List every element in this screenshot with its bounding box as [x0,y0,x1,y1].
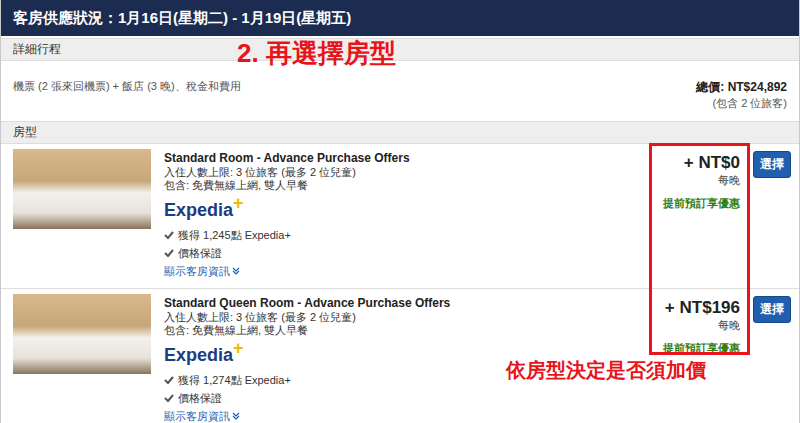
guarantee-line: 價格保證 [164,244,627,262]
room-info: Standard Queen Room - Advance Purchase O… [164,294,627,423]
room-occupancy: 入住人數上限: 3 位旅客 (最多 2 位兒童) [164,166,627,179]
room-price: + NT$196 [640,298,740,318]
check-icon [164,375,174,385]
total-box: 總價: NT$24,892(包含 2 位旅客) [696,73,787,111]
travelers: (包含 2 位旅客) [696,96,787,111]
check-icon [164,230,174,240]
room-row: Standard Room - Advance Purchase Offers入… [1,144,799,289]
room-info: Standard Room - Advance Purchase Offers入… [164,149,627,280]
price-column: + NT$196每晚提前預訂享優惠 [640,294,740,423]
room-details-link[interactable]: 顯示客房資訊 [164,262,627,280]
deal-label: 提前預訂享優惠 [640,196,740,211]
per-night: 每晚 [640,318,740,333]
points-line: 獲得 1,245點 Expedia+ [164,226,627,244]
step-annotation: 2. 再選擇房型 [237,36,396,71]
expedia-logo: Expedia+ [164,200,627,220]
price-highlight-box [649,143,750,355]
room-name: Standard Room - Advance Purchase Offers [164,152,627,165]
room-includes: 包含: 免費無線上網, 雙人早餐 [164,179,627,192]
availability-header: 客房供應狀況：1月16日(星期二) - 1月19日(星期五) [1,0,799,36]
select-button[interactable]: 選擇 [753,296,791,323]
price-column: + NT$0每晚提前預訂享優惠 [640,149,740,280]
select-button[interactable]: 選擇 [753,151,791,178]
itinerary-row: 機票 (2 張來回機票) + 飯店 (3 晚)、稅金和費用 總價: NT$24,8… [1,61,799,117]
room-photo [13,149,151,229]
per-night: 每晚 [640,173,740,188]
room-includes: 包含: 免費無線上網, 雙人早餐 [164,324,627,337]
total-price: 總價: NT$24,892 [696,79,787,96]
check-icon [164,248,174,258]
chevron-down-icon [232,267,240,275]
room-photo [13,294,151,374]
check-icon [164,393,174,403]
price-annotation: 依房型決定是否須加價 [506,357,706,384]
deal-label: 提前預訂享優惠 [640,341,740,356]
room-availability-page: 客房供應狀況：1月16日(星期二) - 1月19日(星期五)詳細行程機票 (2 … [0,0,800,423]
room-details-link[interactable]: 顯示客房資訊 [164,407,627,423]
itinerary-bar: 詳細行程 [1,38,799,61]
chevron-down-icon [232,412,240,420]
room-occupancy: 入住人數上限: 3 位旅客 (最多 2 位兒童) [164,311,627,324]
room-name: Standard Queen Room - Advance Purchase O… [164,297,627,310]
guarantee-line: 價格保證 [164,389,627,407]
room-price: + NT$0 [640,153,740,173]
room-row: Standard Queen Room - Advance Purchase O… [1,289,799,423]
itinerary-description: 機票 (2 張來回機票) + 飯店 (3 晚)、稅金和費用 [13,73,241,94]
room-type-bar: 房型 [1,121,799,144]
